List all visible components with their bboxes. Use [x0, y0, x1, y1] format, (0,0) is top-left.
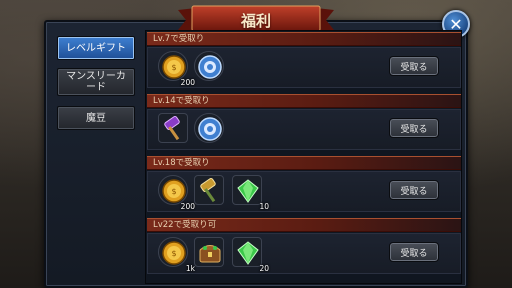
reward-row: Lv22で受取り可 $ 1k 20 受取る [147, 218, 461, 276]
sidebar-item-magic-beans[interactable]: 魔豆 [57, 106, 135, 130]
reward-row: Lv.7で受取り $ 200 受取る [147, 32, 461, 90]
treasure-chest-icon [199, 245, 221, 263]
reward-item[interactable]: 20 [232, 237, 269, 273]
reward-item[interactable]: $ 200 [158, 175, 195, 211]
svg-text:$: $ [171, 63, 176, 72]
reward-level-label: Lv22で受取り可 [153, 220, 217, 230]
blue-orb-icon [198, 117, 222, 141]
reward-item[interactable]: $ 1k [158, 237, 195, 273]
reward-row-body: $ 200 10 受取る [147, 171, 461, 212]
reward-item[interactable] [194, 175, 224, 205]
reward-row-header: Lv.14で受取り [147, 94, 461, 108]
reward-row-body: $ 200 受取る [147, 47, 461, 88]
blue-orb-icon [198, 55, 222, 79]
reward-row-header: Lv.7で受取り [147, 32, 461, 46]
item-quantity: 20 [259, 264, 269, 273]
reward-row-body: $ 1k 20 受取る [147, 233, 461, 274]
reward-row: Lv.14で受取り 受取る [147, 94, 461, 152]
reward-row-body: 受取る [147, 109, 461, 150]
sidebar-item-level-gift[interactable]: レベルギフト [57, 36, 135, 60]
svg-text:$: $ [171, 187, 176, 196]
purple-hammer-icon [164, 115, 180, 141]
claim-button[interactable]: 受取る [389, 56, 439, 76]
item-quantity: 1k [185, 264, 195, 273]
reward-row-header: Lv.18で受取り [147, 156, 461, 170]
gold-coin-icon: $ [162, 241, 186, 265]
reward-item[interactable] [194, 51, 224, 81]
reward-item[interactable] [158, 113, 188, 143]
reward-item[interactable] [194, 113, 224, 143]
reward-row: Lv.18で受取り $ 200 10 受取る [147, 156, 461, 214]
window-title: 福利 [240, 12, 271, 30]
claim-button[interactable]: 受取る [389, 118, 439, 138]
svg-text:$: $ [171, 249, 176, 258]
reward-row-header: Lv22で受取り可 [147, 218, 461, 232]
sidebar-item-label: 魔豆 [86, 112, 106, 124]
reward-level-label: Lv.18で受取り [153, 158, 210, 168]
claim-button[interactable]: 受取る [389, 242, 439, 262]
reward-level-label: Lv.7で受取り [153, 34, 205, 44]
item-quantity: 200 [180, 78, 195, 87]
sidebar-item-label: レベルギフト [66, 42, 126, 54]
item-quantity: 10 [259, 202, 269, 211]
reward-item[interactable] [194, 237, 224, 267]
reward-item[interactable]: $ 200 [158, 51, 195, 87]
reward-level-label: Lv.14で受取り [153, 96, 210, 106]
item-quantity: 200 [180, 202, 195, 211]
reward-item[interactable]: 10 [232, 175, 269, 211]
sidebar-item-label: マンスリーカード [66, 71, 126, 93]
golden-hammer-icon [200, 177, 216, 203]
sidebar-item-monthly-card[interactable]: マンスリーカード [57, 68, 135, 96]
claim-button[interactable]: 受取る [389, 180, 439, 200]
